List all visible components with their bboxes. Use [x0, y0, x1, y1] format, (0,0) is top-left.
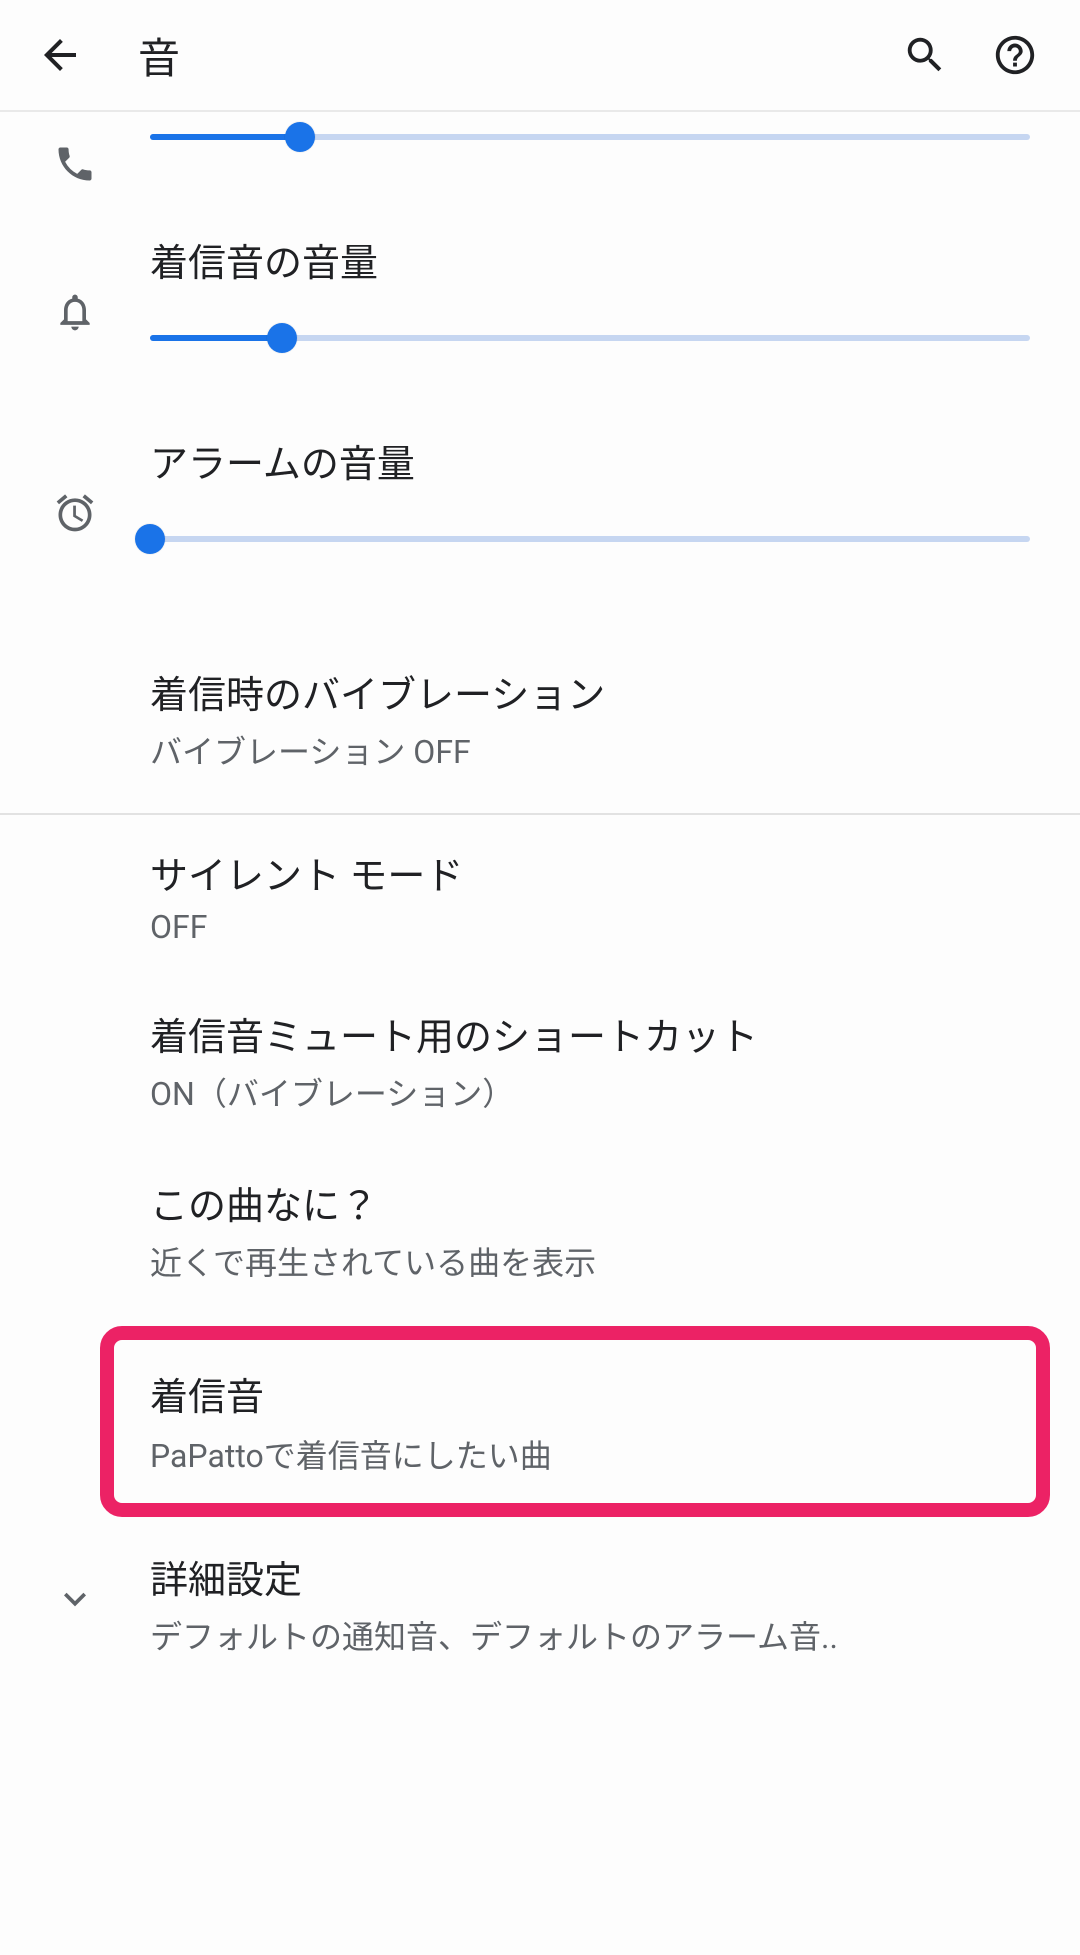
- bell-icon: [53, 290, 97, 334]
- setting-title: この曲なに？: [150, 1175, 1030, 1230]
- setting-subtitle: OFF: [150, 908, 1030, 946]
- arrow-back-icon: [36, 31, 84, 79]
- chevron-down-icon: [53, 1577, 97, 1621]
- setting-subtitle: デフォルトの通知音、デフォルトのアラーム音..: [150, 1612, 1070, 1658]
- back-button[interactable]: [10, 31, 110, 79]
- setting-title: サイレント モード: [150, 845, 1030, 900]
- setting-title: 着信音: [150, 1366, 1012, 1421]
- setting-subtitle: バイブレーション OFF: [150, 727, 1030, 773]
- setting-subtitle: 近くで再生されている曲を表示: [150, 1238, 1030, 1284]
- phone-icon: [53, 142, 97, 186]
- content: 着信音の音量 アラームの音量 着信時のバイブレーション バイブレーション OFF: [0, 112, 1080, 1658]
- setting-subtitle: PaPattoで着信音にしたい曲: [150, 1431, 1012, 1477]
- setting-title: 詳細設定: [150, 1549, 1070, 1604]
- app-header: 音: [0, 0, 1080, 112]
- call-volume-slider[interactable]: [150, 122, 1030, 152]
- setting-title: 着信時のバイブレーション: [150, 664, 1030, 719]
- now-playing-item[interactable]: この曲なに？ 近くで再生されている曲を表示: [0, 1145, 1080, 1314]
- ring-volume-row: 着信音の音量: [0, 222, 1080, 423]
- alarm-volume-label: アラームの音量: [150, 433, 1030, 488]
- help-button[interactable]: [970, 32, 1060, 78]
- call-volume-row: [0, 112, 1080, 222]
- ring-volume-label: 着信音の音量: [150, 232, 1030, 287]
- help-icon: [992, 32, 1038, 78]
- setting-title: 着信音ミュート用のショートカット: [150, 1006, 1030, 1061]
- silent-mode-item[interactable]: サイレント モード OFF: [0, 815, 1080, 976]
- slider-thumb[interactable]: [135, 524, 165, 554]
- mute-shortcut-item[interactable]: 着信音ミュート用のショートカット ON（バイブレーション）: [0, 976, 1080, 1145]
- page-title: 音: [138, 25, 880, 86]
- alarm-volume-row: アラームの音量: [0, 423, 1080, 624]
- alarm-icon: [53, 491, 97, 535]
- alarm-volume-slider[interactable]: [150, 524, 1030, 554]
- search-button[interactable]: [880, 32, 970, 78]
- advanced-item[interactable]: 詳細設定 デフォルトの通知音、デフォルトのアラーム音..: [0, 1529, 1080, 1658]
- ring-volume-slider[interactable]: [150, 323, 1030, 353]
- ringtone-item-highlighted[interactable]: 着信音 PaPattoで着信音にしたい曲: [100, 1326, 1050, 1517]
- slider-thumb[interactable]: [285, 122, 315, 152]
- vibration-item[interactable]: 着信時のバイブレーション バイブレーション OFF: [0, 624, 1080, 813]
- search-icon: [902, 32, 948, 78]
- setting-subtitle: ON（バイブレーション）: [150, 1069, 1030, 1115]
- slider-thumb[interactable]: [267, 323, 297, 353]
